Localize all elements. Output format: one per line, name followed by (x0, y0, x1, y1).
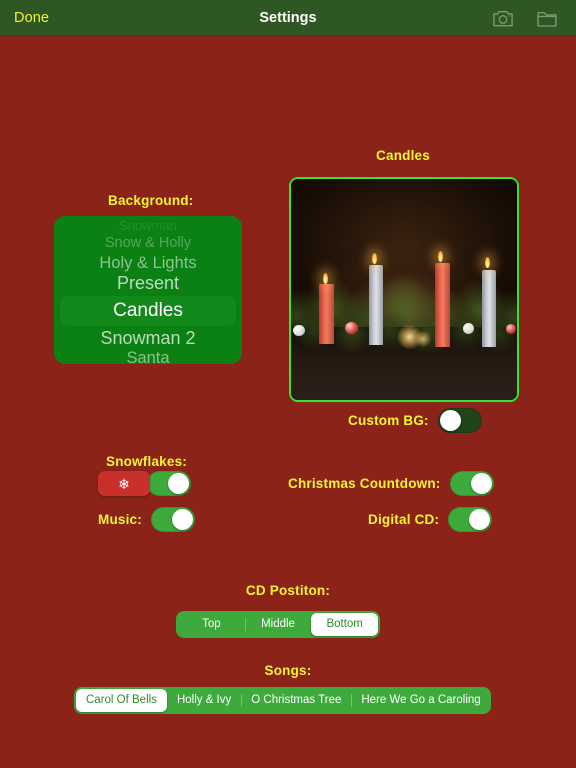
digital-cd-row: Digital CD: (368, 507, 493, 532)
picker-item[interactable]: Snowman (54, 216, 242, 232)
picker-item-selected[interactable]: Candles (60, 296, 236, 326)
cd-position-segmented-control[interactable]: Top Middle Bottom (176, 611, 380, 638)
music-toggle[interactable] (150, 507, 195, 532)
folder-icon[interactable] (536, 8, 558, 28)
background-preview[interactable] (289, 177, 519, 402)
camera-icon[interactable] (492, 8, 514, 28)
cd-position-label: CD Postiton: (245, 583, 331, 598)
cd-position-option-top[interactable]: Top (178, 613, 245, 636)
background-picker[interactable]: Snowman Snow & Holly Holy & Lights Prese… (54, 216, 242, 364)
song-option-o-christmas-tree[interactable]: O Christmas Tree (241, 689, 351, 712)
preview-title: Candles (376, 148, 430, 163)
custom-bg-label: Custom BG: (348, 413, 429, 428)
songs-label: Songs: (264, 663, 312, 678)
done-button[interactable]: Done (14, 10, 49, 26)
custom-bg-toggle[interactable] (437, 408, 482, 433)
song-option-carol-of-bells[interactable]: Carol Of Bells (76, 689, 167, 712)
picker-item[interactable]: Santa (54, 347, 242, 364)
preview-image (291, 179, 517, 400)
countdown-label: Christmas Countdown: (288, 476, 441, 491)
snowflake-icon-button[interactable]: ❄ (98, 471, 150, 496)
snowflakes-toggle[interactable] (147, 471, 191, 496)
song-option-holly-and-ivy[interactable]: Holly & Ivy (167, 689, 241, 712)
snowflakes-row: ❄ (98, 471, 191, 496)
picker-item[interactable]: Holy & Lights (54, 251, 242, 272)
navigation-bar: Done Settings (0, 0, 576, 36)
countdown-toggle[interactable] (449, 471, 494, 496)
navbar-actions (492, 8, 558, 28)
song-option-here-we-go-a-caroling[interactable]: Here We Go a Caroling (351, 689, 490, 712)
digital-cd-toggle[interactable] (448, 507, 493, 532)
background-label: Background: (108, 193, 194, 208)
cd-position-option-middle[interactable]: Middle (244, 613, 312, 636)
page-title: Settings (259, 9, 317, 26)
custom-bg-row: Custom BG: (348, 408, 482, 433)
picker-item[interactable]: Snow & Holly (54, 232, 242, 251)
music-label: Music: (98, 512, 142, 527)
countdown-row: Christmas Countdown: (288, 471, 494, 496)
picker-item[interactable]: Snowman 2 (54, 326, 242, 347)
snowflakes-label: Snowflakes: (106, 454, 187, 469)
songs-segmented-control[interactable]: Carol Of Bells Holly & Ivy O Christmas T… (74, 687, 491, 714)
picker-item[interactable]: Present (54, 271, 242, 292)
music-row: Music: (98, 507, 195, 532)
cd-position-option-bottom[interactable]: Bottom (311, 613, 379, 636)
digital-cd-label: Digital CD: (368, 512, 440, 527)
snowflake-icon: ❄ (118, 475, 130, 492)
